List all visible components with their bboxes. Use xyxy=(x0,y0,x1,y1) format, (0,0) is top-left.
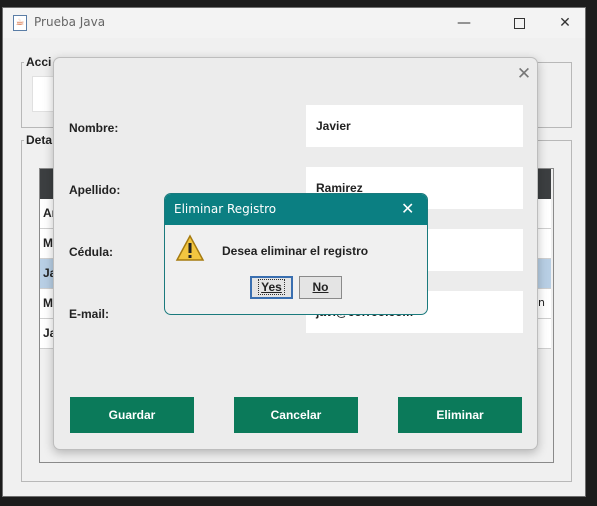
confirm-message: Desea eliminar el registro xyxy=(222,244,369,258)
warning-icon xyxy=(175,234,205,261)
save-button[interactable]: Guardar xyxy=(70,397,194,433)
close-icon[interactable]: ✕ xyxy=(401,199,414,219)
minimize-icon[interactable]: — xyxy=(447,11,481,35)
email-label: E-mail: xyxy=(69,307,110,321)
cedula-label: Cédula: xyxy=(69,245,114,259)
maximize-icon[interactable] xyxy=(502,11,536,35)
no-button[interactable]: No xyxy=(299,276,342,299)
title-bar: ☕ Prueba Java — ✕ xyxy=(3,8,585,38)
confirm-dialog: Eliminar Registro ✕ Desea eliminar el re… xyxy=(164,193,428,315)
acciones-legend: Acci xyxy=(26,55,52,69)
detalles-legend: Deta xyxy=(26,133,53,147)
background-text xyxy=(40,0,300,6)
table-cell: n xyxy=(538,296,545,309)
delete-button[interactable]: Eliminar xyxy=(398,397,522,433)
window-title: Prueba Java xyxy=(34,15,106,29)
nombre-label: Nombre: xyxy=(69,121,119,135)
cancel-button[interactable]: Cancelar xyxy=(234,397,358,433)
confirm-title: Eliminar Registro xyxy=(174,202,277,216)
apellido-label: Apellido: xyxy=(69,183,121,197)
yes-button[interactable]: Yes xyxy=(250,276,293,299)
java-cup-icon: ☕ xyxy=(13,15,27,31)
nombre-field[interactable]: Javier xyxy=(306,105,523,147)
yes-label: Yes xyxy=(258,279,285,295)
close-icon[interactable]: ✕ xyxy=(548,11,582,35)
confirm-title-bar: Eliminar Registro ✕ xyxy=(165,194,427,225)
close-icon[interactable]: ✕ xyxy=(514,64,534,84)
